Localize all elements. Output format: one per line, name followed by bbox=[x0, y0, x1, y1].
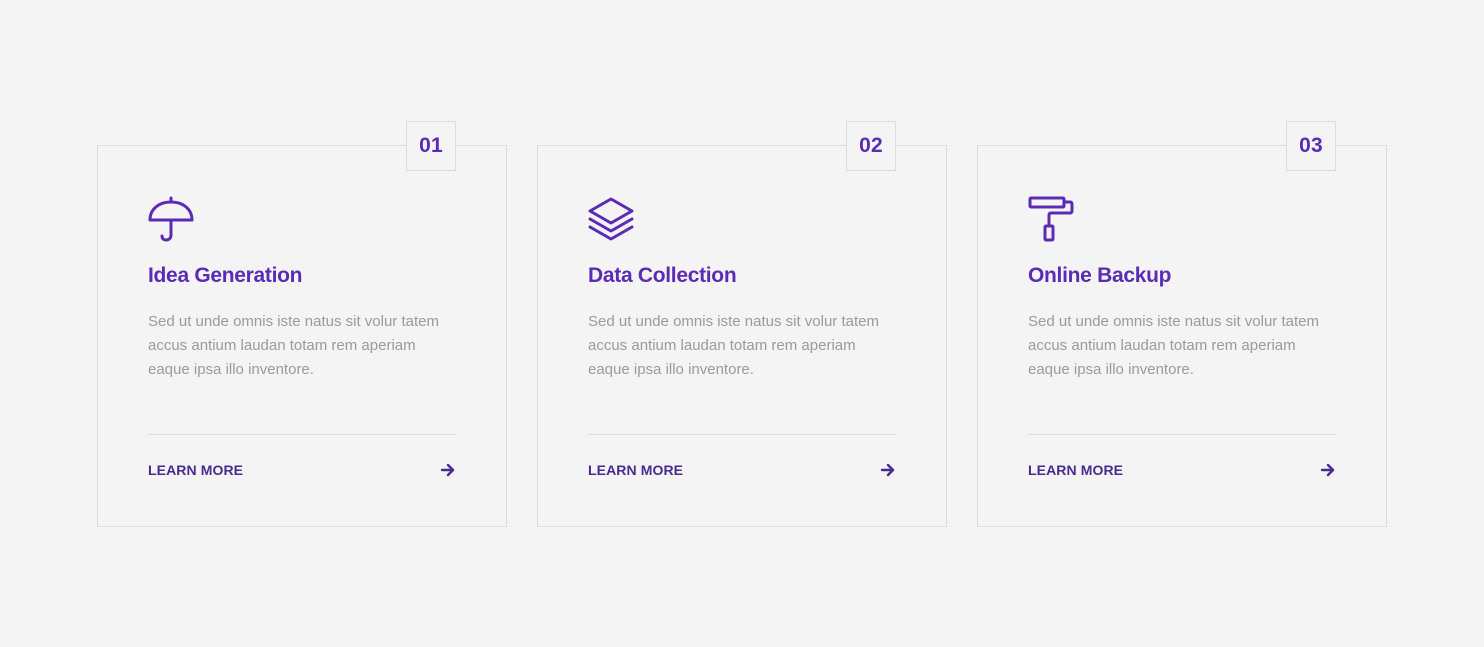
umbrella-icon bbox=[148, 196, 194, 242]
card-title: Online Backup bbox=[1028, 264, 1172, 287]
learn-more-link[interactable]: LEARN MORE bbox=[588, 460, 896, 480]
paint-roller-icon bbox=[1028, 196, 1074, 242]
card-description: Sed ut unde omnis iste natus sit volur t… bbox=[148, 313, 439, 378]
card-title: Data Collection bbox=[588, 264, 737, 287]
layers-icon bbox=[588, 196, 634, 242]
card-divider bbox=[1028, 434, 1336, 435]
card-number-badge: 03 bbox=[1286, 121, 1336, 171]
learn-more-link[interactable]: LEARN MORE bbox=[1028, 460, 1336, 480]
card-title: Idea Generation bbox=[148, 264, 303, 287]
arrow-right-icon bbox=[440, 462, 456, 478]
learn-more-label: LEARN MORE bbox=[1028, 462, 1124, 478]
learn-more-label: LEARN MORE bbox=[148, 462, 244, 478]
learn-more-label: LEARN MORE bbox=[588, 462, 684, 478]
feature-card-idea-generation: 01 Idea Generation Sed ut unde omnis ist… bbox=[97, 121, 507, 527]
card-number-badge: 01 bbox=[406, 121, 456, 171]
card-number-badge: 02 bbox=[846, 121, 896, 171]
card-divider bbox=[588, 434, 896, 435]
feature-card-online-backup: 03 Online Backup Sed ut unde omnis iste … bbox=[977, 121, 1387, 527]
arrow-right-icon bbox=[880, 462, 896, 478]
feature-card-data-collection: 02 Data Collection Sed ut unde omnis ist… bbox=[537, 121, 947, 527]
card-description: Sed ut unde omnis iste natus sit volur t… bbox=[1028, 313, 1319, 378]
arrow-right-icon bbox=[1320, 462, 1336, 478]
card-divider bbox=[148, 434, 456, 435]
card-description: Sed ut unde omnis iste natus sit volur t… bbox=[588, 313, 879, 378]
feature-cards: 01 Idea Generation Sed ut unde omnis ist… bbox=[97, 121, 1387, 527]
learn-more-link[interactable]: LEARN MORE bbox=[148, 460, 456, 480]
